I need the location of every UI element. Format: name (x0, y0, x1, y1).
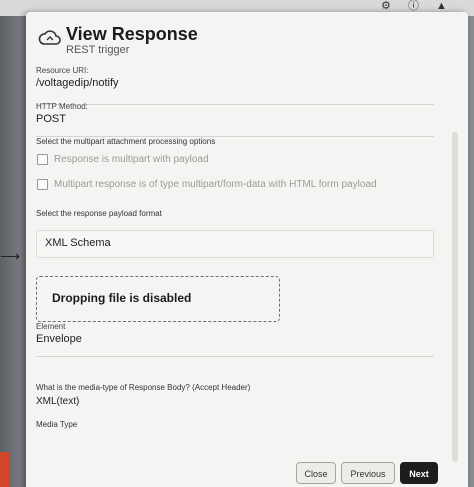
dialog-subtitle: REST trigger (66, 44, 130, 56)
multipart-option-2-checkbox[interactable] (37, 179, 48, 190)
info-icon[interactable]: ⓘ (408, 0, 419, 12)
cloud-icon (38, 30, 61, 45)
element-field[interactable]: Element Envelope (36, 322, 434, 357)
close-button[interactable]: Close (296, 462, 336, 484)
warning-icon[interactable]: ▲ (436, 0, 447, 12)
media-type-question-value: XML(text) (36, 396, 80, 407)
element-label: Element (36, 322, 66, 331)
payload-format-value: XML Schema (45, 237, 111, 249)
multipart-option-1-label: Response is multipart with payload (54, 154, 209, 165)
back-arrow-icon[interactable]: ⟶ (0, 248, 20, 265)
media-type-label: Media Type (36, 420, 78, 429)
resource-uri-field: Resource URI: /voltagedip/notify (36, 66, 434, 105)
payload-format-select[interactable]: XML Schema (36, 230, 434, 258)
payload-format-label: Select the response payload format (36, 209, 162, 218)
http-method-field: HTTP Method: POST (36, 102, 434, 137)
http-method-value: POST (36, 113, 66, 125)
file-dropzone[interactable]: Dropping file is disabled (36, 276, 280, 322)
gear-icon[interactable]: ⚙ (381, 0, 391, 12)
http-method-label: HTTP Method: (36, 102, 88, 111)
screen: ⚙ ⓘ ▲ ⟶ View Response REST trigger Resou… (0, 0, 474, 487)
scrollbar[interactable] (452, 132, 458, 462)
resource-uri-value: /voltagedip/notify (36, 77, 119, 89)
resource-uri-label: Resource URI: (36, 66, 89, 75)
multipart-option-1[interactable]: Response is multipart with payload (37, 154, 209, 165)
multipart-options-label: Select the multipart attachment processi… (36, 137, 216, 146)
dropzone-text: Dropping file is disabled (52, 291, 192, 305)
element-value: Envelope (36, 333, 82, 345)
dialog-title: View Response (66, 24, 198, 44)
media-type-question-label: What is the media-type of Response Body?… (36, 383, 251, 392)
multipart-option-2[interactable]: Multipart response is of type multipart/… (37, 179, 377, 190)
side-accent (0, 452, 10, 487)
multipart-option-1-checkbox[interactable] (37, 154, 48, 165)
dialog-header: View Response REST trigger (26, 12, 468, 68)
view-response-dialog: View Response REST trigger Resource URI:… (26, 12, 468, 487)
previous-button[interactable]: Previous (341, 462, 395, 484)
next-button[interactable]: Next (400, 462, 438, 484)
multipart-option-2-label: Multipart response is of type multipart/… (54, 179, 377, 190)
